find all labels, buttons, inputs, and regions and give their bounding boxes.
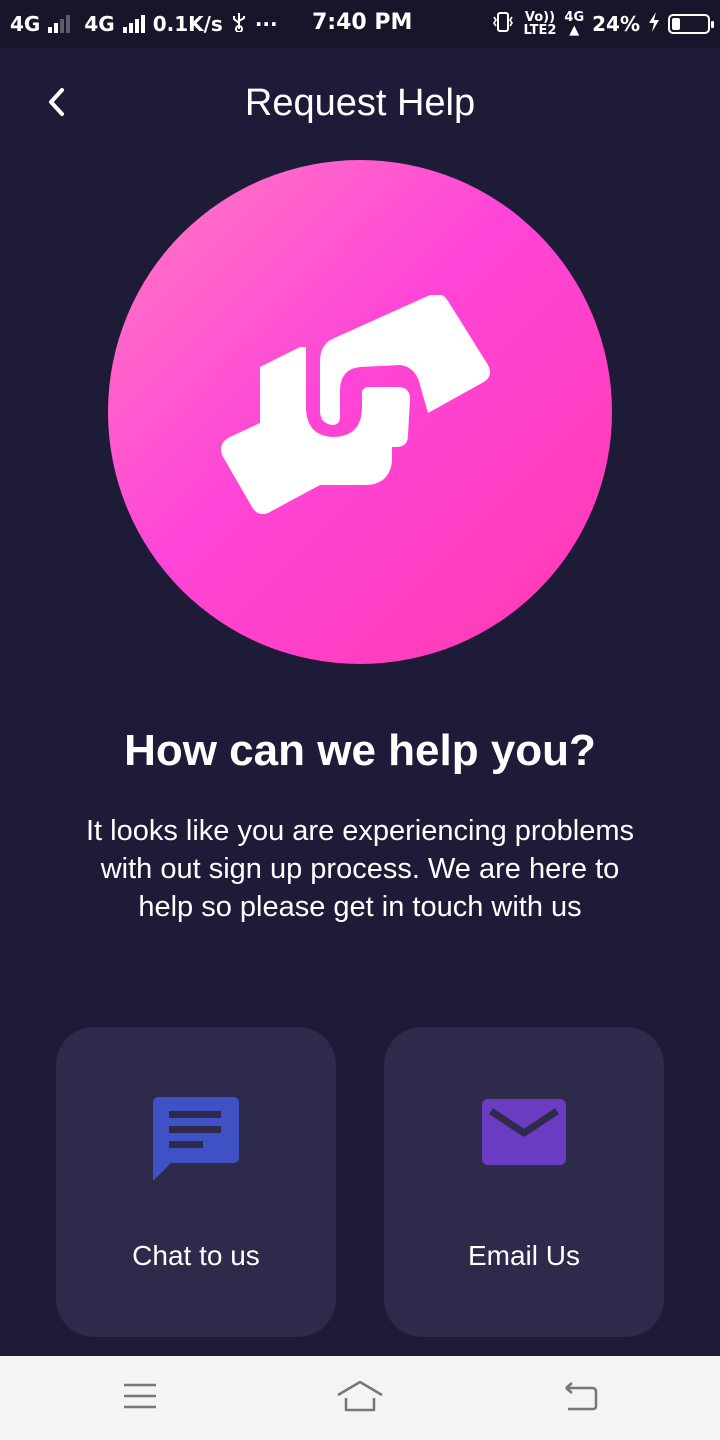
system-back-button[interactable] xyxy=(550,1372,610,1424)
charging-icon xyxy=(648,11,660,37)
network-type-3: 4G ▲ xyxy=(564,11,584,37)
hero-circle xyxy=(108,160,612,664)
chat-bubble-icon xyxy=(153,1097,239,1186)
help-description: It looks like you are experiencing probl… xyxy=(85,815,635,923)
status-right: Vo)) LTE2 4G ▲ 24% xyxy=(491,11,714,38)
more-notifications: ··· xyxy=(254,12,278,36)
usb-icon xyxy=(231,12,247,37)
home-button[interactable] xyxy=(330,1372,390,1424)
back-arrow-icon xyxy=(560,1380,600,1417)
menu-icon xyxy=(122,1382,158,1415)
page-title: Request Help xyxy=(244,82,476,124)
chat-option-button[interactable]: Chat to us xyxy=(56,1027,336,1337)
status-left: 4G 4G 0.1K/s ··· xyxy=(10,12,278,37)
email-icon-wrapper xyxy=(384,1097,664,1172)
handshake-card-icon xyxy=(220,293,500,530)
email-option-label: Email Us xyxy=(467,1240,580,1271)
signal-icon xyxy=(48,15,71,33)
network-speed: 0.1K/s xyxy=(152,12,223,36)
clock: 7:40 PM xyxy=(312,10,413,35)
battery-icon xyxy=(668,14,714,34)
chat-option-label: Chat to us xyxy=(132,1240,260,1271)
lte2-label: LTE2 xyxy=(523,23,557,38)
envelope-icon xyxy=(481,1097,567,1172)
vibrate-icon xyxy=(491,11,515,38)
navigation-bar xyxy=(0,1356,720,1440)
network-type-2: 4G xyxy=(84,12,115,36)
menu-button[interactable] xyxy=(110,1372,170,1424)
volte-indicator: Vo)) LTE2 xyxy=(523,11,556,37)
home-icon xyxy=(335,1379,385,1418)
email-option-button[interactable]: Email Us xyxy=(384,1027,664,1337)
help-heading: How can we help you? xyxy=(124,726,596,775)
signal-icon-2 xyxy=(122,15,145,33)
status-bar: 4G 4G 0.1K/s ··· 7:40 PM Vo)) LTE2 4G ▲ … xyxy=(0,0,720,48)
data-arrows-icon: ▲ xyxy=(569,23,580,38)
network-type-1: 4G xyxy=(10,12,41,36)
battery-level xyxy=(672,18,680,30)
battery-percent: 24% xyxy=(592,12,640,36)
chat-icon-wrapper xyxy=(56,1097,336,1186)
